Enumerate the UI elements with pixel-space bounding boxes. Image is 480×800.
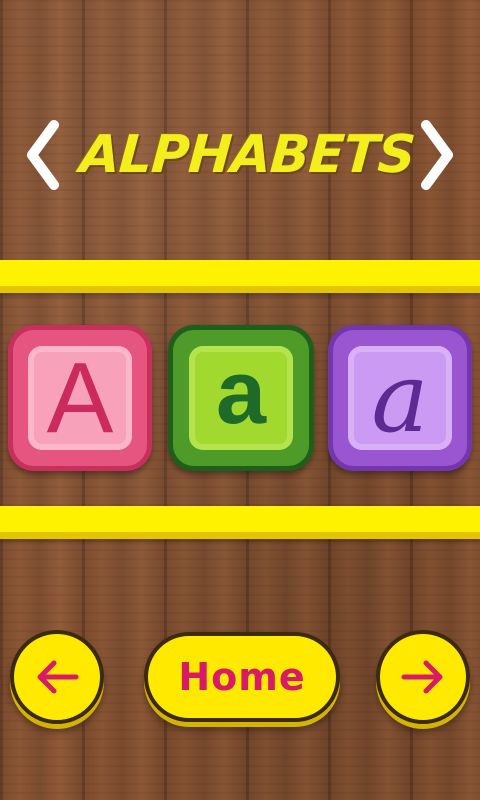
next-button[interactable] [376, 630, 470, 724]
chevron-right-icon [421, 120, 453, 190]
home-button-label: Home [178, 655, 306, 699]
tile-letter: A [46, 341, 114, 454]
tile-inner: A [28, 342, 132, 454]
previous-button[interactable] [10, 630, 104, 724]
top-yellow-bar [0, 260, 480, 293]
chevron-left-icon [27, 120, 59, 190]
tile-letter: a [215, 342, 267, 443]
tile-inner: a [348, 342, 452, 454]
letter-tiles: A a a [0, 325, 480, 475]
header: ALPHABETS [0, 105, 480, 205]
next-category-button[interactable] [418, 115, 458, 195]
tile-lowercase[interactable]: a [168, 325, 314, 471]
home-button[interactable]: Home [144, 632, 340, 722]
tile-cursive[interactable]: a [328, 325, 472, 471]
arrow-right-icon [401, 660, 443, 694]
previous-category-button[interactable] [22, 115, 62, 195]
tile-inner: a [189, 343, 293, 450]
page-title: ALPHABETS [77, 125, 417, 185]
tile-letter: a [371, 342, 429, 454]
tile-uppercase[interactable]: A [8, 325, 152, 471]
bottom-yellow-bar [0, 506, 480, 539]
arrow-left-icon [37, 660, 79, 694]
